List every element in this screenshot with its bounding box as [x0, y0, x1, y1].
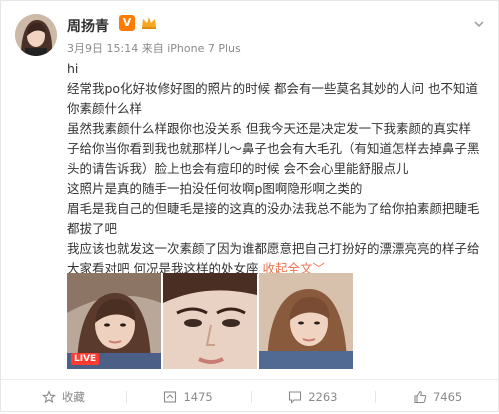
photo-thumbnail[interactable] [259, 273, 353, 369]
post-paragraph: 眉毛是我自己的但睫毛是接的这真的没办法我总不能为了给你拍素颜把睫毛都拔了吧 [67, 201, 480, 236]
comment-button[interactable]: 2263 [250, 380, 376, 414]
photo-thumbnail[interactable]: LIVE [67, 273, 161, 369]
post-paragraph: 这照片是真的随手一拍没任何妆啊p图啊隐形啊之类的 [67, 181, 363, 196]
comment-icon [289, 391, 302, 404]
live-badge: LIVE [71, 353, 100, 365]
source-prefix: 来自 [141, 42, 164, 55]
like-button[interactable]: 7465 [375, 380, 499, 414]
verified-badge-icon: V [119, 15, 135, 31]
avatar[interactable] [15, 14, 57, 56]
repost-button[interactable]: 1475 [125, 380, 251, 414]
post-paragraph: hi [67, 61, 79, 76]
favorite-button[interactable]: 收藏 [1, 380, 126, 414]
user-name[interactable]: 周扬青 [67, 16, 109, 36]
crown-icon [142, 17, 156, 29]
post-paragraph: 虽然我素颜什么样跟你也没关系 但我今天还是决定发一下我素颜的真实样子给你当你看到… [67, 121, 480, 176]
post-time[interactable]: 3月9日 15:14 [67, 42, 138, 55]
thumbs-up-icon [414, 390, 427, 404]
post-meta: 3月9日 15:14 来自 iPhone 7 Plus [67, 40, 241, 56]
photo-thumbnail[interactable] [163, 273, 257, 369]
star-icon [41, 390, 56, 404]
chevron-down-icon[interactable] [472, 17, 486, 31]
repost-count: 1475 [183, 390, 213, 404]
action-bar: 收藏 1475 2263 7465 [1, 379, 499, 414]
post-content: hi 经常我po化好妆修好图的照片的时候 都会有一些莫名其妙的人问 也不知道你素… [67, 59, 483, 279]
post-source: iPhone 7 Plus [167, 42, 241, 55]
favorite-label: 收藏 [61, 390, 85, 404]
weibo-post: 周扬青 V 3月9日 15:14 来自 iPhone 7 Plus hi 经常我… [0, 0, 499, 412]
like-count: 7465 [432, 390, 463, 404]
post-paragraph: 经常我po化好妆修好图的照片的时候 都会有一些莫名其妙的人问 也不知道你素颜什么… [67, 81, 479, 116]
comment-count: 2263 [308, 390, 338, 404]
repost-icon [164, 391, 177, 403]
